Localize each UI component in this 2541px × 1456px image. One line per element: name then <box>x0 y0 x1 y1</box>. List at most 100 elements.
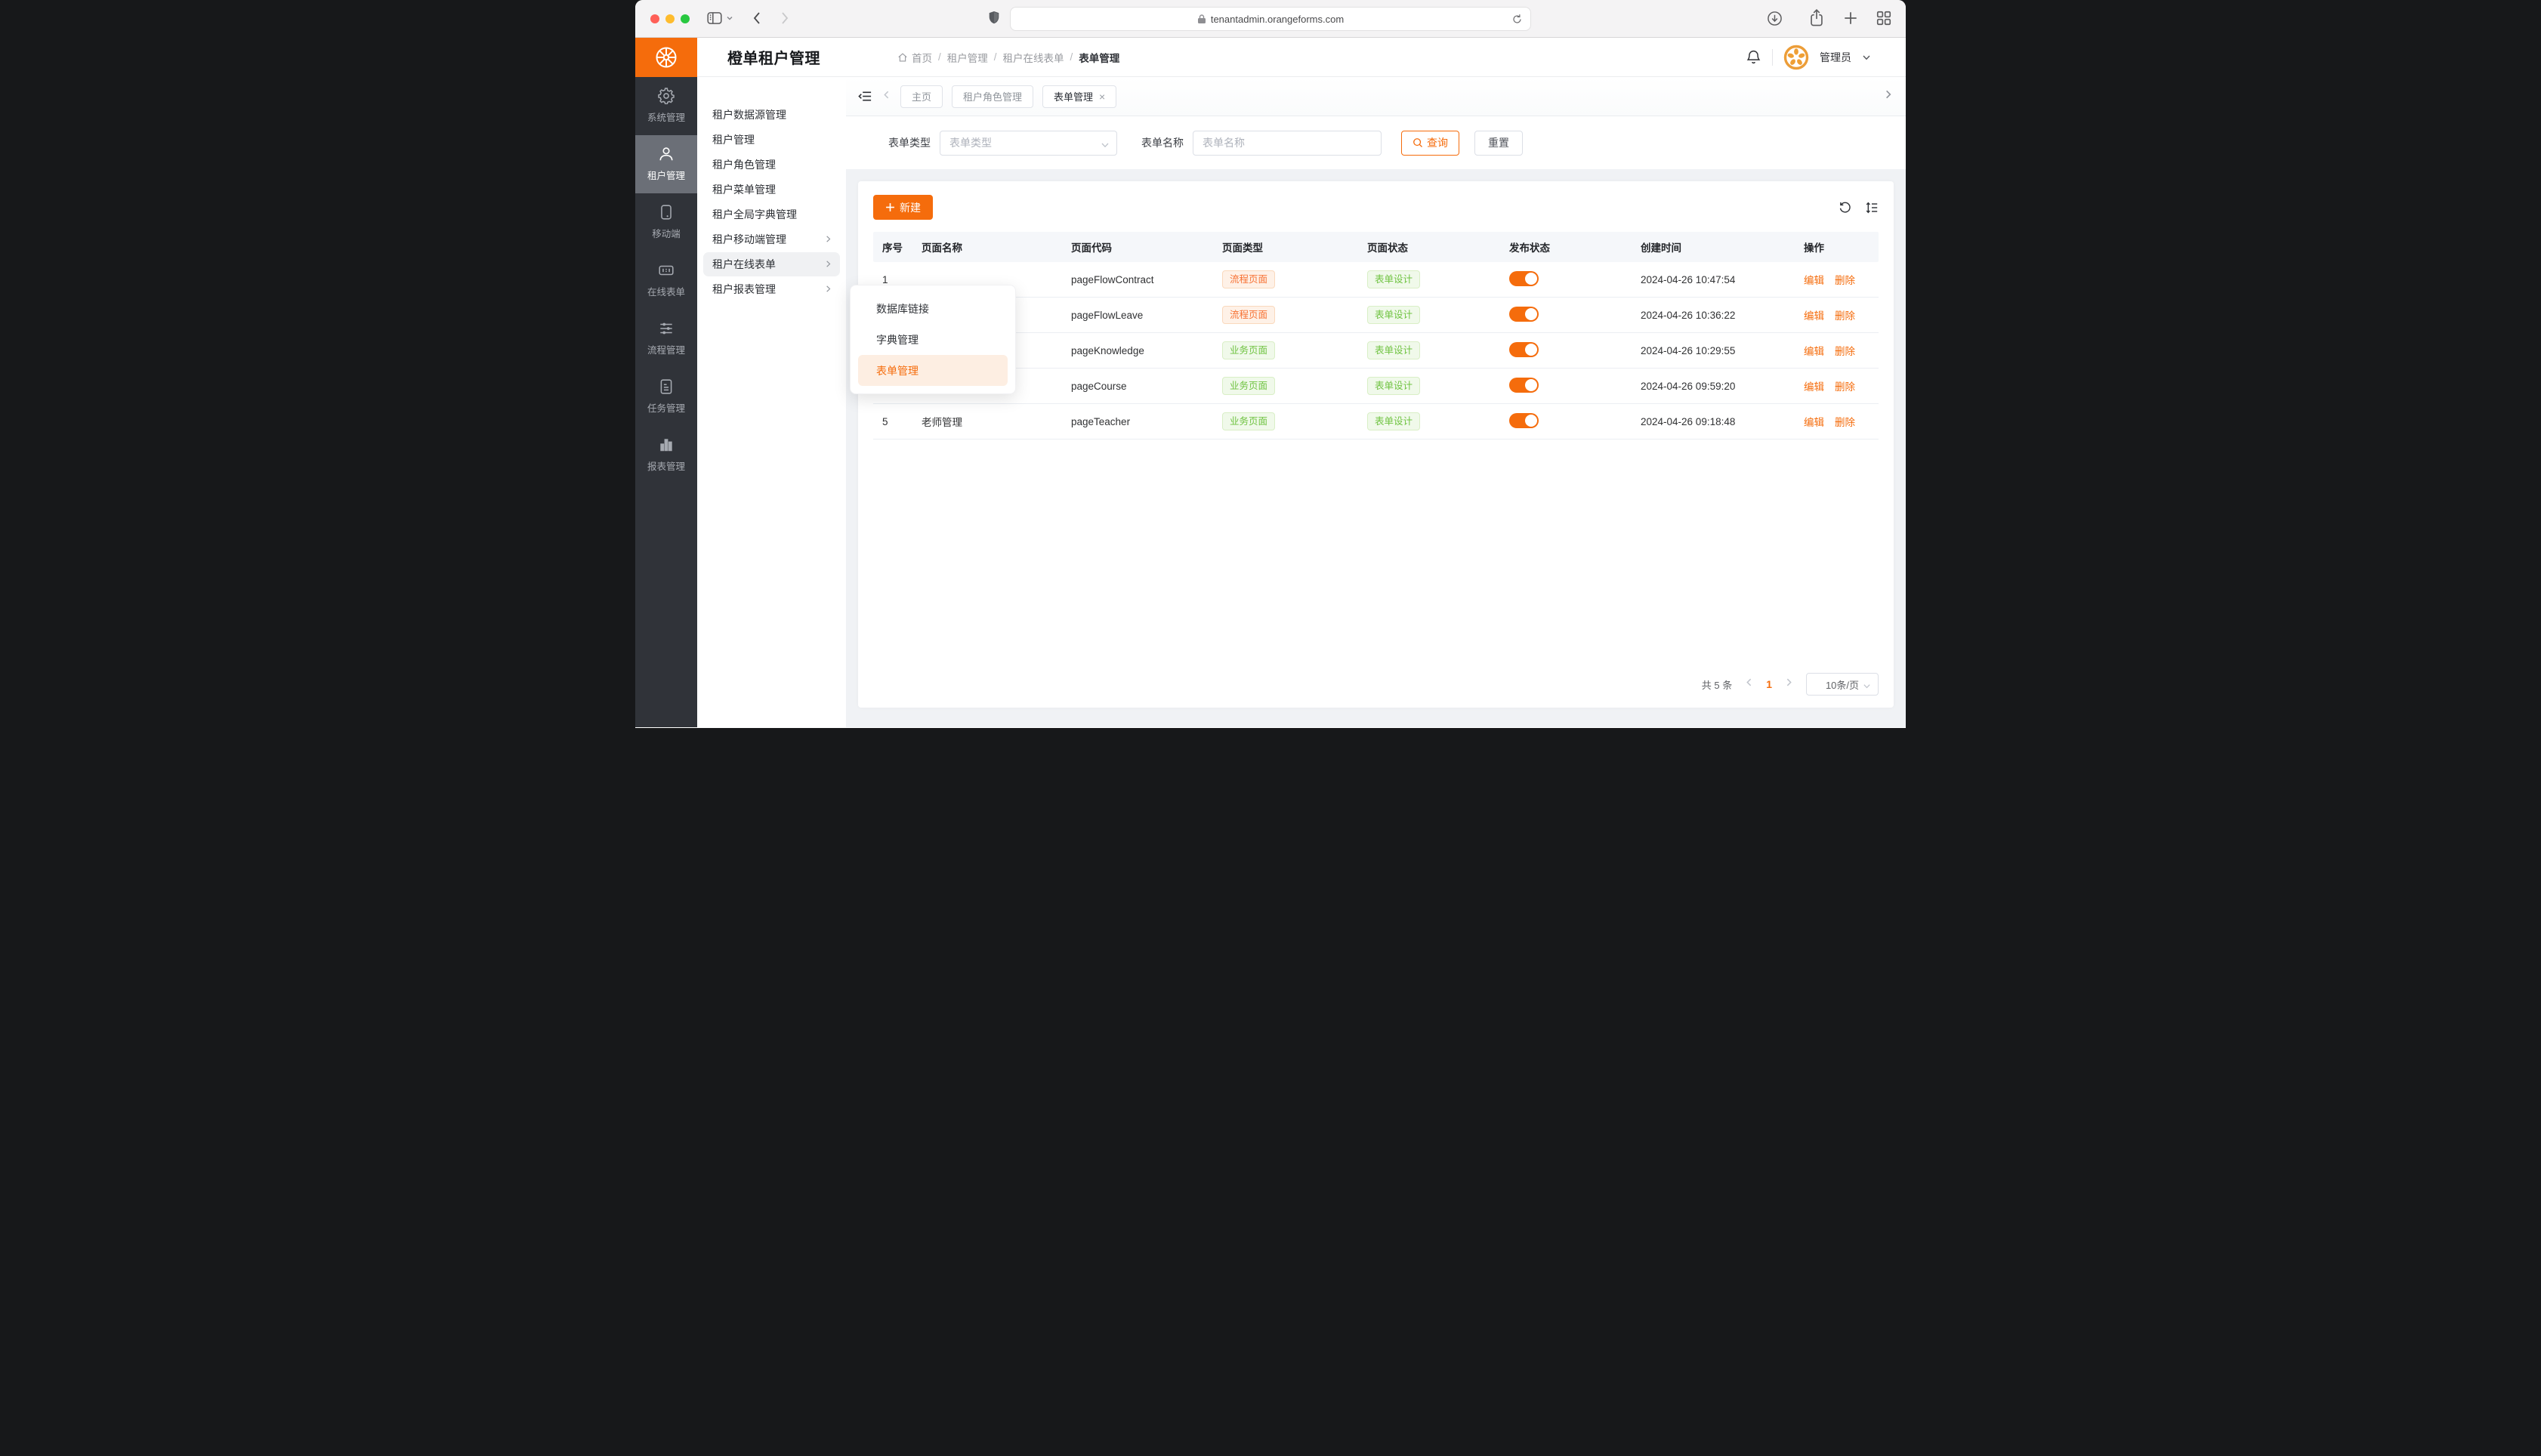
close-window-button[interactable] <box>650 14 659 23</box>
tab-tenant-role[interactable]: 租户角色管理 <box>952 85 1033 108</box>
rail-item-system[interactable]: 系统管理 <box>635 77 697 135</box>
publish-toggle[interactable] <box>1509 378 1539 393</box>
tab-scroll-right-icon[interactable] <box>1883 89 1894 103</box>
column-header: 页面代码 <box>1062 239 1213 254</box>
form-type-label: 表单类型 <box>888 135 931 150</box>
total-count: 共 5 条 <box>1702 677 1732 692</box>
downloads-icon[interactable] <box>1766 10 1783 27</box>
chevron-down-icon[interactable] <box>1862 53 1871 62</box>
rail-item-flow[interactable]: 流程管理 <box>635 310 697 368</box>
tab-form-mgmt[interactable]: 表单管理× <box>1042 85 1116 108</box>
collapse-menu-icon[interactable] <box>858 89 872 103</box>
form-name-input[interactable] <box>1193 131 1381 155</box>
sidebar-item-online-form[interactable]: 租户在线表单 <box>703 252 840 276</box>
online-form-icon <box>658 262 675 279</box>
zoom-window-button[interactable] <box>681 14 690 23</box>
flyout-item-dict-mgmt[interactable]: 字典管理 <box>858 324 1008 355</box>
form-name-field[interactable] <box>1193 131 1382 156</box>
avatar[interactable] <box>1783 45 1809 70</box>
sliders-icon <box>658 320 675 337</box>
publish-toggle[interactable] <box>1509 413 1539 428</box>
bar-chart-icon <box>658 436 675 453</box>
sidebar-toggle-icon[interactable] <box>706 10 733 26</box>
rail-item-report[interactable]: 报表管理 <box>635 426 697 484</box>
breadcrumb-home[interactable]: 首页 <box>897 50 932 65</box>
bell-icon[interactable] <box>1746 49 1761 66</box>
form-type-select[interactable] <box>940 131 1117 156</box>
publish-toggle[interactable] <box>1509 271 1539 286</box>
page-status-badge: 表单设计 <box>1367 341 1420 359</box>
back-button[interactable] <box>750 11 765 26</box>
rail-item-online-form[interactable]: 在线表单 <box>635 251 697 310</box>
page-type-badge: 业务页面 <box>1222 412 1275 430</box>
lock-icon <box>1197 14 1206 24</box>
table-toolbar: 新建 <box>858 181 1894 232</box>
page-number[interactable]: 1 <box>1766 678 1772 690</box>
breadcrumb-item[interactable]: 租户在线表单 <box>1003 50 1064 65</box>
tab-home[interactable]: 主页 <box>900 85 943 108</box>
reload-icon[interactable] <box>1511 14 1523 25</box>
publish-toggle[interactable] <box>1509 342 1539 357</box>
flyout-item-form-mgmt[interactable]: 表单管理 <box>858 355 1008 386</box>
edit-link[interactable]: 编辑 <box>1804 417 1824 428</box>
query-button[interactable]: 查询 <box>1401 131 1459 156</box>
refresh-icon[interactable] <box>1839 201 1852 214</box>
header-divider <box>1772 49 1773 66</box>
column-header: 操作 <box>1795 239 1879 254</box>
sidebar-item-menu[interactable]: 租户菜单管理 <box>703 177 840 202</box>
rail-item-task[interactable]: 任务管理 <box>635 368 697 426</box>
publish-toggle[interactable] <box>1509 307 1539 322</box>
address-bar[interactable]: tenantadmin.orangeforms.com <box>1010 7 1531 31</box>
edit-link[interactable]: 编辑 <box>1804 275 1824 286</box>
delete-link[interactable]: 删除 <box>1835 346 1855 357</box>
chevron-right-icon <box>824 233 832 245</box>
edit-link[interactable]: 编辑 <box>1804 381 1824 393</box>
sidebar-item-datasource[interactable]: 租户数据源管理 <box>703 103 840 127</box>
rail-item-mobile[interactable]: 移动端 <box>635 193 697 251</box>
page-status-badge: 表单设计 <box>1367 270 1420 288</box>
privacy-shield-icon[interactable] <box>987 9 1001 27</box>
close-icon[interactable]: × <box>1099 91 1105 102</box>
row-density-icon[interactable] <box>1865 201 1879 214</box>
user-name[interactable]: 管理员 <box>1820 50 1851 65</box>
cell-code: pageKnowledge <box>1062 345 1213 356</box>
create-button[interactable]: 新建 <box>873 195 933 220</box>
prev-page-icon[interactable] <box>1744 677 1754 691</box>
rail-item-label: 系统管理 <box>647 110 685 124</box>
browser-window: tenantadmin.orangeforms.com <box>635 0 1906 728</box>
sidebar-item-role[interactable]: 租户角色管理 <box>703 153 840 177</box>
tab-overview-icon[interactable] <box>1876 10 1892 26</box>
page-size-select[interactable]: 10条/页 <box>1806 673 1879 696</box>
minimize-window-button[interactable] <box>665 14 675 23</box>
sidebar-item-tenant[interactable]: 租户管理 <box>703 128 840 152</box>
url-text: tenantadmin.orangeforms.com <box>1211 14 1344 25</box>
cell-seq: 1 <box>873 274 912 285</box>
cell-code: pageCourse <box>1062 381 1213 392</box>
sidebar-item-dict[interactable]: 租户全局字典管理 <box>703 202 840 227</box>
new-tab-icon[interactable] <box>1842 10 1859 26</box>
breadcrumb-item[interactable]: 租户管理 <box>947 50 988 65</box>
delete-link[interactable]: 删除 <box>1835 310 1855 322</box>
page-status-badge: 表单设计 <box>1367 377 1420 395</box>
cell-created: 2024-04-26 10:36:22 <box>1632 310 1795 321</box>
forward-button[interactable] <box>777 11 792 26</box>
sidebar-item-report-mgmt[interactable]: 租户报表管理 <box>703 277 840 301</box>
edit-link[interactable]: 编辑 <box>1804 346 1824 357</box>
flyout-item-database-link[interactable]: 数据库链接 <box>858 293 1008 324</box>
mobile-icon <box>658 204 675 221</box>
delete-link[interactable]: 删除 <box>1835 417 1855 428</box>
breadcrumb-separator: / <box>1070 51 1073 63</box>
cell-created: 2024-04-26 10:47:54 <box>1632 274 1795 285</box>
edit-link[interactable]: 编辑 <box>1804 310 1824 322</box>
next-page-icon[interactable] <box>1784 677 1794 691</box>
form-type-select-input[interactable] <box>940 131 1116 155</box>
delete-link[interactable]: 删除 <box>1835 275 1855 286</box>
primary-sidebar: 系统管理 租户管理 移动端 在线表单 流程管理 任务管理 <box>635 38 697 727</box>
sidebar-item-mobile-mgmt[interactable]: 租户移动端管理 <box>703 227 840 251</box>
reset-button[interactable]: 重置 <box>1474 131 1523 156</box>
rail-item-tenant[interactable]: 租户管理 <box>635 135 697 193</box>
delete-link[interactable]: 删除 <box>1835 381 1855 393</box>
tab-scroll-left-icon[interactable] <box>881 90 891 103</box>
cell-created: 2024-04-26 10:29:55 <box>1632 345 1795 356</box>
share-icon[interactable] <box>1808 8 1826 28</box>
